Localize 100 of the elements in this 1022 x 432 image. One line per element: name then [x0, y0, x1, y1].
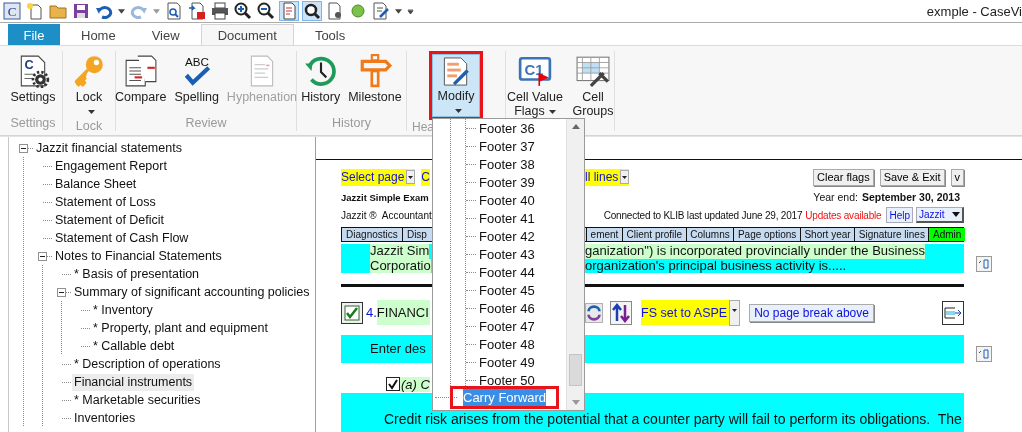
pdf-export-icon[interactable]: [188, 2, 206, 20]
tree-item[interactable]: Statement of Cash Flow: [53, 229, 191, 247]
ribbon-tab[interactable]: Home: [66, 24, 131, 45]
page-tab[interactable]: Diagnostics: [342, 227, 402, 242]
zoom-out-icon[interactable]: [257, 2, 275, 20]
menu-item[interactable]: Footer 43: [477, 245, 537, 263]
tree-item[interactable]: * Description of operations: [72, 355, 223, 373]
menu-item[interactable]: Footer 36: [477, 119, 537, 137]
lines-select[interactable]: ll lines: [585, 168, 630, 186]
help-button[interactable]: Help: [886, 207, 913, 224]
sort-arrows-icon[interactable]: [610, 300, 632, 325]
menu-item[interactable]: Footer 44: [477, 263, 537, 281]
page-tab[interactable]: Short year: [799, 227, 855, 242]
page-settings-icon[interactable]: [326, 2, 344, 20]
scrollbar[interactable]: [566, 119, 584, 410]
menu-item[interactable]: Footer 47: [477, 317, 537, 335]
tree-item[interactable]: * Property, plant and equipment: [91, 319, 270, 337]
toolbar-button[interactable]: v: [950, 168, 964, 186]
menu-item[interactable]: Footer 50: [477, 371, 537, 389]
app-icon[interactable]: C: [3, 2, 21, 20]
page-tab[interactable]: Page options: [733, 227, 800, 242]
toolbar-button[interactable]: Clear flags: [813, 168, 874, 186]
toolbar-button[interactable]: Save & Exit: [879, 168, 945, 186]
ribbon-tab[interactable]: Tools: [299, 24, 361, 45]
page-tab[interactable]: Columns: [685, 227, 734, 242]
ribbon-button[interactable]: ABC Spelling: [171, 51, 222, 116]
page-tab[interactable]: Admin: [928, 227, 965, 242]
paragraph-line: organization's principal business activity is.....: [585, 258, 847, 274]
compare-documents-icon: [123, 54, 158, 88]
ribbon-button[interactable]: Cell Groups: [569, 51, 617, 120]
zoom-in-icon[interactable]: [234, 2, 252, 20]
framework-select[interactable]: FS set to ASPE: [641, 300, 741, 326]
tree-item[interactable]: Balance Sheet: [53, 175, 139, 193]
status-circle-icon[interactable]: [349, 2, 367, 20]
menu-item[interactable]: Footer 39: [477, 173, 537, 191]
ribbon-button[interactable]: C Settings: [7, 51, 59, 116]
tree-item[interactable]: Inventories: [72, 409, 138, 427]
ribbon-button[interactable]: Milestone: [345, 51, 405, 116]
menu-item[interactable]: Footer 42: [477, 227, 537, 245]
tree-item[interactable]: Summary of significant accounting policies: [72, 283, 312, 301]
ribbon-tab[interactable]: Document: [200, 24, 294, 45]
ribbon-tab[interactable]: File: [8, 24, 60, 45]
tree-item[interactable]: Engagement Report: [53, 157, 169, 175]
scroll-up-icon[interactable]: [571, 124, 580, 129]
ribbon-button[interactable]: History: [298, 51, 344, 116]
edit-document-icon[interactable]: [372, 2, 390, 20]
tree-item[interactable]: * Inventory: [91, 301, 155, 319]
page-tab[interactable]: ement: [586, 227, 622, 242]
tree-item[interactable]: Statement of Loss: [53, 193, 158, 211]
tree-item[interactable]: Notes to Financial Statements: [53, 247, 224, 265]
checkbox[interactable]: [341, 301, 363, 324]
tree-item[interactable]: * Basis of presentation: [72, 265, 202, 283]
collapse-toggle[interactable]: [57, 287, 66, 297]
page-break-button[interactable]: No page break above: [749, 303, 874, 322]
updates-link[interactable]: Updates available: [805, 209, 882, 221]
year-end-date: September 30, 2013: [861, 191, 960, 204]
caret-icon: [729, 299, 741, 326]
save-icon[interactable]: [72, 2, 90, 20]
folder-icon[interactable]: [49, 2, 67, 20]
page-select[interactable]: Select page: [341, 168, 416, 186]
tree-item[interactable]: Jazzit financial statements: [34, 139, 184, 157]
page-icon[interactable]: [280, 2, 298, 20]
magnifier-icon[interactable]: [303, 2, 321, 20]
menu-item[interactable]: Footer 45: [477, 281, 537, 299]
tree-item[interactable]: Statement of Deficit: [53, 211, 167, 229]
customize-toolbar-icon[interactable]: [407, 8, 414, 14]
tree-item[interactable]: * Callable debt: [91, 337, 177, 355]
ribbon-button[interactable]: Compare: [111, 51, 170, 116]
printer-icon[interactable]: [211, 2, 229, 20]
page-tab[interactable]: Disp: [401, 227, 431, 242]
collapse-toggle[interactable]: [38, 251, 47, 261]
insert-row-icon[interactable]: [942, 300, 964, 325]
page-tab[interactable]: Client profile: [621, 227, 686, 242]
refresh-icon[interactable]: [585, 301, 603, 324]
menu-item[interactable]: Footer 38: [477, 155, 537, 173]
caret-icon: [952, 212, 960, 218]
ribbon-button[interactable]: Modify: [429, 51, 483, 120]
ribbon-button[interactable]: Lock: [69, 51, 109, 119]
section-number: 4.: [366, 305, 377, 321]
print-preview-icon[interactable]: [165, 2, 183, 20]
menu-item[interactable]: Footer 46: [477, 299, 537, 317]
connection-status: Connected to KLIB last updated June 29, 2017: [603, 209, 803, 221]
group-label: History: [331, 116, 372, 131]
ribbon-tab[interactable]: View: [136, 24, 195, 45]
menu-item[interactable]: Footer 37: [477, 137, 537, 155]
menu-item[interactable]: Footer 48: [477, 335, 537, 353]
edit-note-icon[interactable]: [976, 256, 992, 273]
menu-item[interactable]: Footer 40: [477, 191, 537, 209]
checkbox[interactable]: [386, 377, 400, 392]
caret-icon[interactable]: [118, 8, 125, 14]
scroll-thumb[interactable]: [569, 354, 582, 386]
caret-icon[interactable]: [395, 8, 402, 14]
option-select[interactable]: C: [421, 168, 430, 186]
tree-item[interactable]: Financial instruments: [72, 373, 195, 391]
menu-item[interactable]: Footer 41: [477, 209, 537, 227]
edit-note-icon[interactable]: [976, 345, 992, 362]
collapse-toggle[interactable]: [19, 143, 28, 153]
menu-item[interactable]: Footer 49: [477, 353, 537, 371]
tree-item[interactable]: * Marketable securities: [72, 391, 203, 409]
menu-button[interactable]: Jazzit: [916, 207, 964, 224]
